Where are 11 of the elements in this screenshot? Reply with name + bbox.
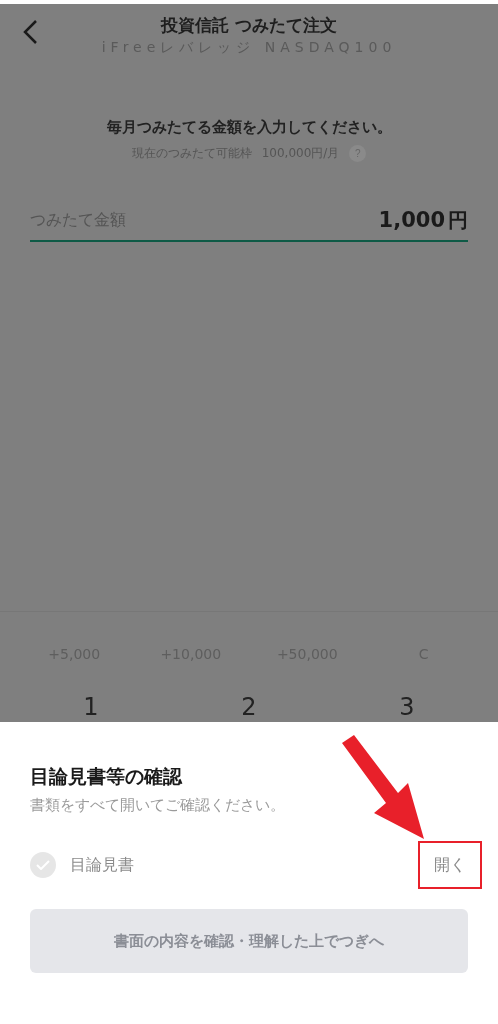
digit-key[interactable]: 2 [241, 692, 257, 722]
digit-key[interactable]: 3 [399, 692, 415, 722]
check-circle-icon[interactable] [30, 852, 56, 878]
digit-key[interactable]: 1 [83, 692, 99, 722]
sheet-subtitle: 書類をすべて開いてご確認ください。 [30, 796, 285, 815]
open-link[interactable]: 開く [418, 841, 482, 889]
page-title: 投資信託 つみたて注文 [161, 13, 337, 37]
help-button[interactable]: ? [349, 145, 367, 162]
sheet-title: 目論見書等の確認 [30, 764, 182, 789]
prompt-heading: 毎月つみたてる金額を入力してください。 [106, 118, 392, 137]
document-name: 目論見書 [70, 854, 134, 876]
